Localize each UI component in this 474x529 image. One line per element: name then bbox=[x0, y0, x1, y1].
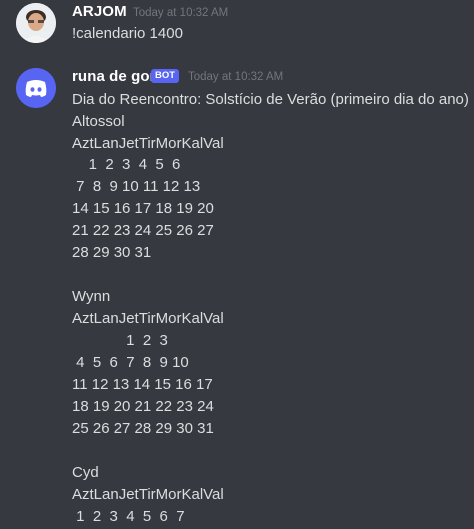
message-line: 25 26 27 28 29 30 31 bbox=[72, 420, 214, 437]
bot-tag-badge: BOT bbox=[151, 69, 180, 83]
message-line: 1 2 3 bbox=[72, 332, 168, 349]
message-line: 14 15 16 17 18 19 20 bbox=[72, 200, 214, 217]
message-line: Wynn bbox=[72, 288, 111, 305]
discord-logo-icon[interactable] bbox=[16, 68, 56, 108]
message-line: 1 2 3 4 5 6 bbox=[72, 156, 181, 173]
message-line: Dia do Reencontro: Solstício de Verão (p… bbox=[72, 91, 469, 108]
timestamp: Today at 10:32 AM bbox=[188, 71, 284, 83]
message-line: 11 12 13 14 15 16 17 bbox=[72, 376, 213, 393]
bot-username[interactable]: runa de gor bbox=[72, 68, 156, 85]
message-line: Altossol bbox=[72, 113, 125, 130]
message-line: 28 29 30 31 bbox=[72, 244, 152, 261]
message-line: AztLanJetTirMorKalVal bbox=[72, 310, 224, 327]
message-text: !calendario 1400 bbox=[72, 25, 183, 42]
message-line: Cyd bbox=[72, 464, 99, 481]
user-avatar[interactable] bbox=[16, 3, 56, 43]
message-line: 1 2 3 4 5 6 7 bbox=[72, 508, 185, 525]
message-line: 4 5 6 7 8 9 10 bbox=[72, 354, 189, 371]
message-line: 7 8 9 10 11 12 13 bbox=[72, 178, 201, 195]
username[interactable]: ARJOM bbox=[72, 3, 127, 20]
message-line: 18 19 20 21 22 23 24 bbox=[72, 398, 214, 415]
message-line: AztLanJetTirMorKalVal bbox=[72, 486, 224, 503]
message-line: 21 22 23 24 25 26 27 bbox=[72, 222, 214, 239]
message-line: AztLanJetTirMorKalVal bbox=[72, 135, 224, 152]
timestamp: Today at 10:32 AM bbox=[133, 7, 229, 19]
